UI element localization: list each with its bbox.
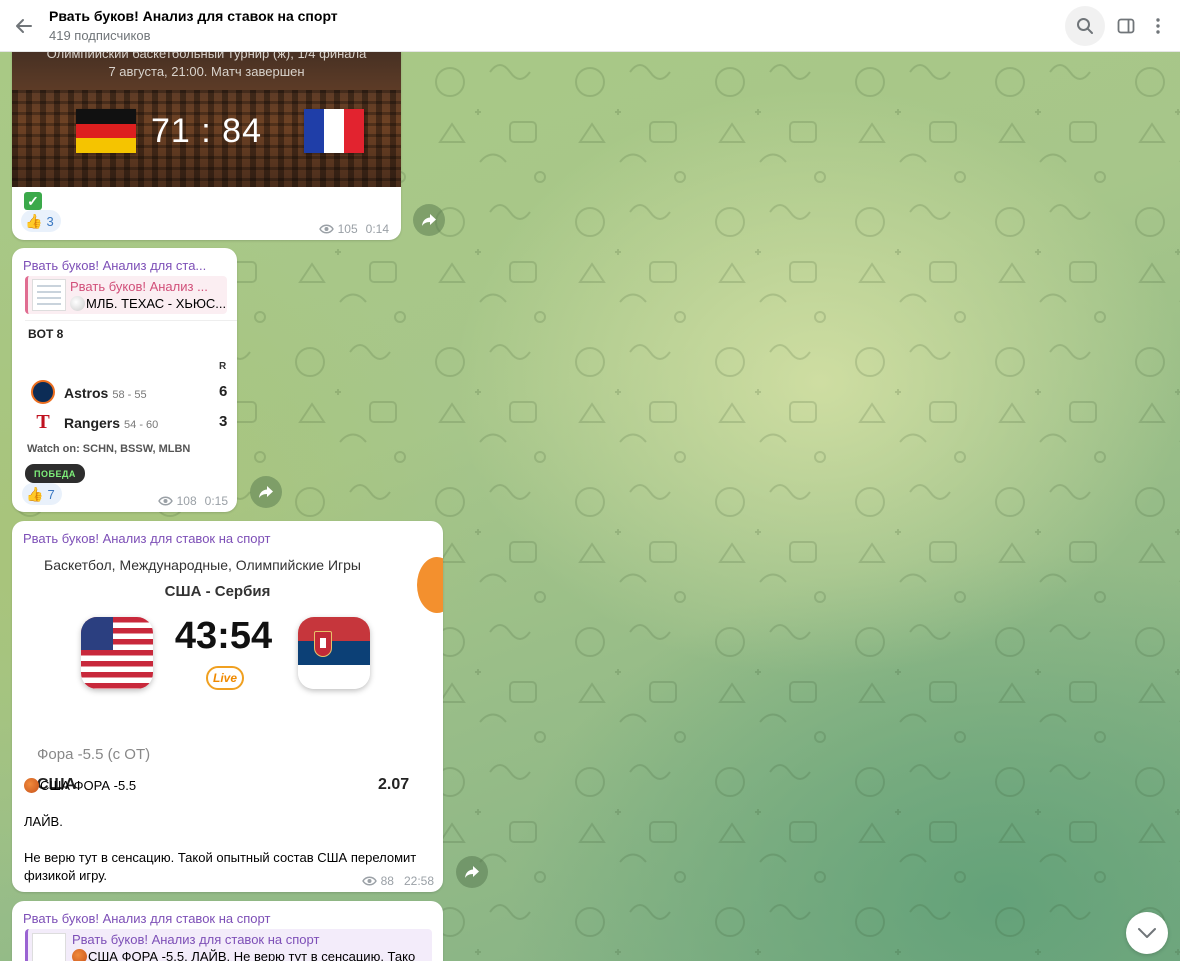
message-bubble[interactable]: Рвать буков! Анализ для ставок на спорт … bbox=[12, 521, 443, 892]
inning-label: BOT 8 bbox=[28, 327, 64, 341]
reply-thumbnail bbox=[32, 279, 66, 311]
market-label: Фора -5.5 (с ОТ) bbox=[37, 746, 151, 763]
pick-odds: 2.07 bbox=[378, 776, 410, 793]
basketball-icon bbox=[24, 778, 39, 793]
share-button[interactable] bbox=[456, 856, 488, 888]
views-eye-icon bbox=[318, 224, 334, 234]
reaction-count: 7 bbox=[47, 486, 55, 502]
back-button[interactable] bbox=[8, 10, 40, 42]
live-badge: Live bbox=[206, 666, 244, 690]
win-badge: ПОБЕДА bbox=[25, 464, 85, 483]
message-meta: 108 0:15 bbox=[157, 494, 228, 508]
more-vertical-icon bbox=[1156, 18, 1160, 34]
message-text-line: ЛАЙВ. bbox=[24, 814, 63, 829]
share-arrow-icon bbox=[259, 486, 273, 498]
message-text-line: США ФОРА -5.5 bbox=[24, 777, 136, 795]
message-time: 0:15 bbox=[204, 494, 228, 508]
reaction-like[interactable]: 👍 3 bbox=[21, 210, 61, 232]
reply-text: США ФОРА -5.5. ЛАЙВ. Не верю тут в сенса… bbox=[72, 949, 415, 961]
team-runs: 3 bbox=[219, 413, 228, 430]
live-score: 43:54 bbox=[174, 615, 273, 657]
team-name: Astros 58 - 55 bbox=[64, 385, 147, 401]
reply-title: Рвать буков! Анализ ... bbox=[70, 279, 208, 294]
views-eye-icon bbox=[157, 496, 173, 506]
france-flag-icon bbox=[304, 109, 364, 153]
team-row: Astros 58 - 55 6 bbox=[31, 380, 231, 406]
views-eye-icon bbox=[361, 876, 377, 886]
bet-card-image[interactable]: Баскетбол, Международные, Олимпийские Иг… bbox=[12, 549, 443, 793]
reaction-count: 3 bbox=[46, 213, 54, 229]
forwarded-reply-preview[interactable]: Рвать буков! Анализ ... МЛБ. ТЕХАС - ХЬЮ… bbox=[25, 276, 227, 314]
watch-on-label: Watch on: SCHN, BSSW, MLBN bbox=[27, 443, 191, 455]
reaction-like[interactable]: 👍 7 bbox=[22, 483, 62, 505]
message-bubble[interactable]: Рвать буков! Анализ для ста... Рвать бук… bbox=[12, 248, 237, 512]
reply-text: МЛБ. ТЕХАС - ХЬЮС... bbox=[70, 296, 226, 311]
baseball-icon bbox=[70, 296, 85, 311]
message-text-line: физикой игру. bbox=[24, 868, 108, 883]
match-title: США - Сербия bbox=[164, 583, 271, 600]
baseball-scoreboard[interactable]: BOT 8 R Astros 58 - 55 6 T Rangers 54 - 60… bbox=[25, 320, 237, 468]
share-button[interactable] bbox=[250, 476, 282, 508]
team-record: 58 - 55 bbox=[112, 389, 147, 401]
message-bubble[interactable]: Олимпийский баскетбольный турнир (ж), 1/… bbox=[12, 30, 401, 240]
message-bubble[interactable]: Рвать буков! Анализ для ставок на спорт … bbox=[12, 901, 443, 961]
message-time: 22:58 bbox=[403, 874, 434, 888]
sender-name[interactable]: Рвать буков! Анализ для ставок на спорт bbox=[23, 531, 270, 546]
side-panel-icon bbox=[1117, 18, 1135, 34]
team-row: T Rangers 54 - 60 3 bbox=[31, 410, 231, 436]
message-time: 0:14 bbox=[365, 222, 389, 236]
back-arrow-icon bbox=[16, 19, 32, 33]
chat-header: Рвать буков! Анализ для ставок на спорт … bbox=[0, 0, 1180, 52]
team-name: Rangers 54 - 60 bbox=[64, 415, 159, 431]
thumbs-up-icon: 👍 bbox=[26, 485, 44, 502]
view-count: 108 bbox=[176, 494, 197, 508]
subscriber-count: 419 подписчиков bbox=[49, 28, 151, 43]
chevron-down-icon bbox=[1138, 928, 1156, 938]
view-count: 105 bbox=[337, 222, 358, 236]
more-options-button[interactable] bbox=[1140, 6, 1176, 46]
view-count: 88 bbox=[380, 874, 394, 888]
forwarded-reply-preview[interactable]: Рвать буков! Анализ для ставок на спорт … bbox=[25, 929, 432, 961]
sender-name[interactable]: Рвать буков! Анализ для ста... bbox=[23, 258, 206, 273]
search-icon bbox=[1077, 18, 1093, 34]
sender-name[interactable]: Рвать буков! Анализ для ставок на спорт bbox=[23, 911, 270, 926]
competition-label: Баскетбол, Международные, Олимпийские Иг… bbox=[44, 557, 361, 573]
team-runs: 6 bbox=[219, 383, 228, 400]
message-meta: 105 0:14 bbox=[318, 222, 389, 236]
message-meta: 88 22:58 bbox=[361, 874, 434, 888]
reply-thumbnail bbox=[32, 933, 66, 961]
runs-header: R bbox=[219, 361, 227, 372]
match-result-image[interactable]: Олимпийский баскетбольный турнир (ж), 1/… bbox=[12, 30, 401, 187]
reply-title: Рвать буков! Анализ для ставок на спорт bbox=[72, 932, 320, 947]
check-mark-icon: ✓ bbox=[24, 192, 42, 210]
astros-logo-icon bbox=[31, 380, 55, 404]
thumbs-up-icon: 👍 bbox=[25, 212, 43, 229]
share-arrow-icon bbox=[465, 866, 479, 878]
serbia-flag-icon bbox=[298, 617, 370, 689]
basketball-icon bbox=[72, 949, 87, 961]
scroll-to-bottom-button[interactable] bbox=[1126, 912, 1168, 954]
rangers-logo-icon: T bbox=[31, 410, 55, 434]
match-date: 7 августа, 21:00. Матч завершен bbox=[108, 64, 305, 79]
share-button[interactable] bbox=[413, 204, 445, 236]
channel-title[interactable]: Рвать буков! Анализ для ставок на спорт bbox=[49, 8, 338, 24]
message-text-line: Не верю тут в сенсацию. Такой опытный со… bbox=[24, 850, 417, 865]
team-record: 54 - 60 bbox=[124, 419, 159, 431]
share-arrow-icon bbox=[422, 214, 436, 226]
search-button[interactable] bbox=[1065, 6, 1105, 46]
